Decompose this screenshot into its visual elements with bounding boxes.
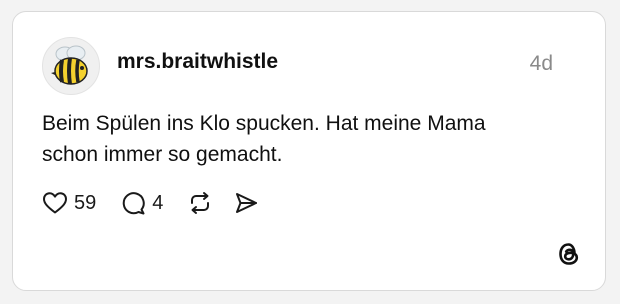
threads-logo-icon [559,243,579,265]
action-bar: 59 4 [42,188,259,218]
repost-arrows-icon [191,192,210,214]
repost-button[interactable] [187,190,213,216]
reply-button[interactable]: 4 [120,190,163,216]
like-button[interactable]: 59 [42,191,96,215]
heart-icon [43,192,67,214]
comment-bubble-icon [122,192,145,215]
reply-count: 4 [152,191,164,214]
avatar[interactable] [42,37,100,95]
post-card: mrs.braitwhistle 4d Beim Spülen ins Klo … [12,11,606,291]
post-text: Beim Spülen ins Klo spucken. Hat meine M… [42,112,486,166]
timestamp: 4d [529,52,553,75]
like-count: 59 [74,191,97,214]
send-paper-plane-icon [236,193,258,213]
username[interactable]: mrs.braitwhistle [117,50,278,74]
share-button[interactable] [233,190,259,216]
bee-icon [51,45,88,85]
